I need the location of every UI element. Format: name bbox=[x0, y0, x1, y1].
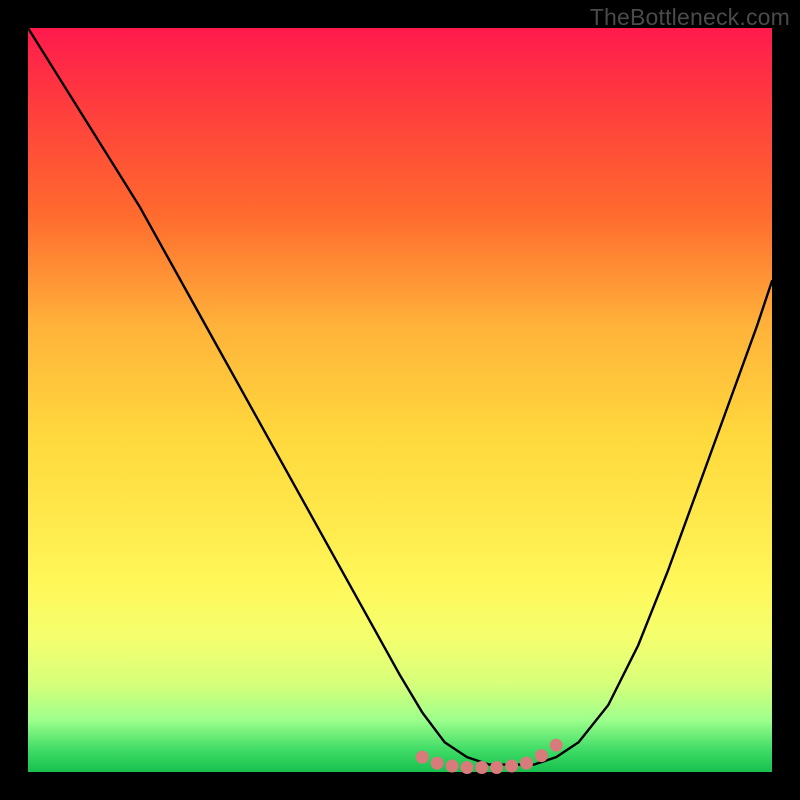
chart-overlay bbox=[28, 28, 772, 772]
flat-region-dots bbox=[416, 739, 563, 774]
frame: TheBottleneck.com bbox=[0, 0, 800, 800]
watermark-text: TheBottleneck.com bbox=[590, 4, 790, 31]
bottleneck-curve bbox=[28, 28, 772, 765]
